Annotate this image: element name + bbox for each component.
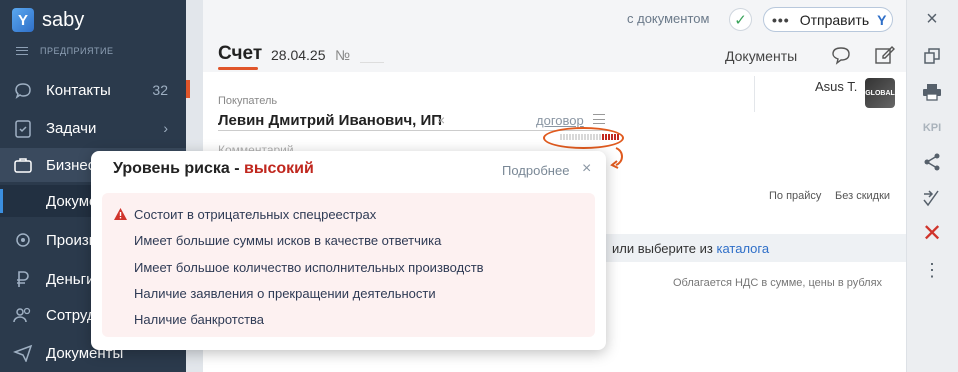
risk-title-prefix: Уровень риска -	[113, 160, 244, 177]
risk-factor-item: Состоит в отрицательных спецреестрах	[134, 207, 377, 222]
app-name: saby	[42, 8, 85, 31]
kpi-label: KPI	[922, 122, 942, 134]
saby-logo[interactable]: Y saby	[12, 6, 84, 34]
delete-button[interactable]: ✕	[906, 220, 958, 247]
document-number-input[interactable]	[360, 62, 384, 63]
warning-icon	[113, 207, 128, 226]
kpi-button[interactable]: KPI	[906, 120, 958, 136]
share-icon	[924, 153, 940, 171]
printer-icon	[923, 84, 941, 101]
hamburger-icon[interactable]	[16, 47, 28, 55]
copy-icon	[924, 48, 940, 64]
send-button[interactable]: ••• Отправить Y	[763, 7, 893, 32]
delete-x-icon: ✕	[921, 220, 943, 247]
catalog-hint: или выберите из каталога	[612, 241, 769, 256]
chevron-right-icon[interactable]: ›	[163, 120, 168, 136]
documents-link[interactable]: Документы	[725, 48, 797, 64]
sidebar-item-label: Задачи	[46, 119, 97, 137]
catalog-prefix: или выберите из	[612, 241, 717, 256]
catalog-link[interactable]: каталога	[716, 241, 769, 256]
print-button[interactable]	[906, 82, 958, 102]
more-vertical-icon: ⋮	[923, 260, 941, 280]
chat-icon[interactable]	[830, 45, 852, 70]
ruble-icon	[12, 269, 34, 289]
contacts-count-badge: 32	[152, 82, 168, 98]
route-button[interactable]	[906, 188, 958, 208]
divider	[754, 76, 755, 112]
document-date[interactable]: 28.04.25	[271, 47, 326, 63]
close-panel-button[interactable]: ×	[906, 8, 958, 30]
discount-mode-link[interactable]: Без скидки	[835, 190, 890, 202]
risk-factor-item: Имеет большое количество исполнительных …	[134, 260, 484, 275]
chat-bubble-icon	[12, 80, 34, 100]
list-icon[interactable]	[593, 114, 605, 124]
share-button[interactable]	[906, 152, 958, 172]
production-icon	[12, 230, 34, 250]
with-document-label: с документом	[627, 11, 710, 26]
vat-note: Облагается НДС в сумме, цены в рублях	[673, 277, 883, 289]
saby-send-icon: Y	[877, 11, 887, 28]
approve-check-button[interactable]: ✓	[729, 8, 752, 31]
send-button-label: Отправить	[799, 11, 870, 28]
risk-more-link[interactable]: Подробнее	[502, 163, 569, 178]
check-icon: ✓	[734, 11, 747, 29]
avatar[interactable]: GLOBAL	[865, 78, 895, 108]
price-mode-link[interactable]: По прайсу	[769, 190, 821, 202]
sidebar-item-label: Бизнес	[46, 156, 96, 174]
contract-link[interactable]: договор	[536, 113, 584, 128]
buyer-field[interactable]: Левин Дмитрий Иванович, ИП	[218, 112, 442, 129]
risk-factor-item: Наличие банкротства	[134, 312, 265, 327]
accent-marker	[186, 80, 190, 98]
clipboard-check-icon	[12, 118, 34, 138]
risk-factor-item: Имеет большие суммы исков в качестве отв…	[134, 233, 442, 248]
more-dots-icon[interactable]: •••	[772, 12, 790, 28]
buyer-label: Покупатель	[218, 95, 278, 107]
copy-button[interactable]	[906, 46, 958, 66]
clear-buyer-icon[interactable]: ×	[437, 112, 445, 128]
route-check-icon	[923, 190, 939, 207]
briefcase-icon	[12, 155, 34, 175]
sidebar-item-tasks[interactable]: Задачи ›	[0, 111, 186, 145]
section-header[interactable]: ПРЕДПРИЯТИЕ	[16, 46, 113, 56]
risk-title: Уровень риска - высокий	[113, 160, 314, 178]
risk-factor-item: Наличие заявления о прекращении деятельн…	[134, 286, 436, 301]
risk-level: высокий	[244, 160, 314, 177]
close-icon: ×	[926, 7, 938, 30]
section-label: ПРЕДПРИЯТИЕ	[40, 46, 114, 56]
people-icon	[12, 305, 34, 325]
saby-logo-icon: Y	[12, 8, 34, 32]
risk-close-button[interactable]: ×	[582, 160, 591, 178]
edit-note-icon[interactable]	[874, 44, 896, 71]
user-name: Asus T.	[815, 79, 858, 94]
page-title: Счет	[218, 43, 263, 64]
number-label: №	[335, 47, 351, 63]
sidebar-item-label: Контакты	[46, 81, 111, 99]
sidebar-item-label: Деньги	[46, 270, 95, 288]
title-underline	[218, 67, 258, 70]
send-plane-icon	[12, 343, 34, 363]
active-indicator	[0, 189, 3, 213]
more-button[interactable]: ⋮	[906, 260, 958, 280]
sidebar-item-contacts[interactable]: Контакты 32	[0, 73, 186, 107]
